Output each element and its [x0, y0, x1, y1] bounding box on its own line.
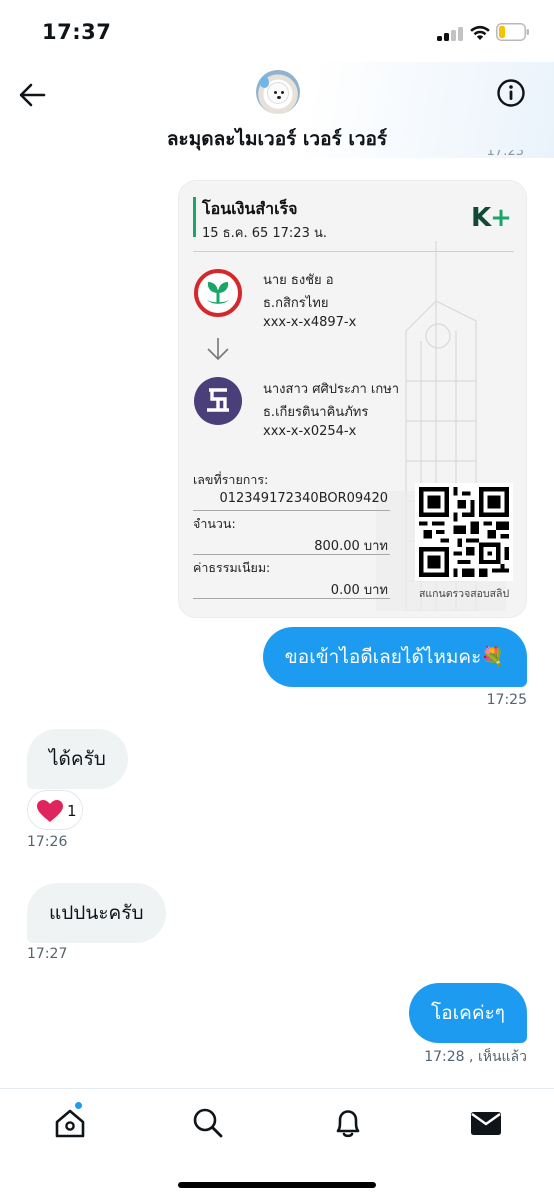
back-arrow-icon[interactable]: [18, 82, 48, 108]
cellular-signal-icon: [437, 27, 463, 41]
battery-icon: [496, 23, 529, 41]
reaction-count: 1: [67, 802, 77, 820]
transfer-slip-image[interactable]: โอนเงินสำเร็จ 15 ธ.ค. 65 17:23 น. K+ นาย…: [178, 180, 527, 618]
qr-caption: สแกนตรวจสอบสลิป: [419, 588, 510, 600]
slip-divider: [193, 251, 514, 252]
status-time: 17:37: [42, 20, 112, 44]
seen-status: , เห็นแล้ว: [469, 1049, 527, 1065]
message-time: 17:27: [27, 946, 68, 962]
ref-underline: [193, 510, 390, 511]
avatar[interactable]: [256, 70, 300, 114]
ref-label: เลขที่รายการ:: [193, 472, 269, 487]
amount-label: จำนวน:: [193, 516, 236, 531]
amount-underline: [193, 554, 390, 555]
message-bubble-incoming[interactable]: แปปนะครับ: [27, 883, 166, 943]
kplus-logo-plus: +: [490, 203, 512, 233]
ref-value: 012349172340BOR09420: [219, 491, 388, 506]
bell-icon: [336, 1110, 360, 1138]
arrow-down-icon: [207, 338, 229, 361]
search-icon: [193, 1108, 223, 1138]
envelope-icon: [471, 1112, 501, 1135]
message-time: 17:26: [27, 834, 68, 850]
slip-title: โอนเงินสำเร็จ: [202, 199, 298, 218]
qr-code[interactable]: [415, 483, 513, 581]
message-bubble-outgoing[interactable]: โอเคค่ะๆ: [409, 983, 527, 1043]
receiver-bank: ธ.เกียรตินาคินภัทร: [263, 405, 369, 420]
message-time: 17:28: [424, 1049, 465, 1065]
sender-account: xxx-x-x4897-x: [263, 315, 357, 330]
receiver-name: นางสาว ศศิประภา เกษา: [263, 382, 400, 397]
heart-icon: [37, 800, 63, 822]
slip-accent-bar: [193, 197, 196, 237]
receiver-account: xxx-x-x0254-x: [263, 424, 357, 439]
previous-message-time: 17:23: [486, 150, 524, 158]
kplus-logo: K+: [471, 203, 512, 233]
info-icon[interactable]: [496, 78, 526, 108]
tab-notifications[interactable]: [330, 1105, 366, 1141]
home-icon: [55, 1109, 85, 1138]
wifi-icon: [470, 25, 490, 40]
amount-value: 800.00 บาท: [314, 539, 388, 554]
message-bubble-outgoing[interactable]: ขอเข้าไอดีเลยได้ไหมคะ💐: [262, 627, 527, 687]
message-bubble-incoming[interactable]: ได้ครับ: [27, 729, 128, 789]
fee-underline: [193, 598, 390, 599]
status-bar: 17:37: [0, 0, 554, 62]
kbank-logo-icon: [194, 269, 242, 317]
notification-dot: [74, 1101, 83, 1110]
home-indicator: [178, 1182, 376, 1188]
chat-title[interactable]: ละมุดละไมเวอร์ เวอร์ เวอร์: [0, 124, 554, 154]
slip-date: 15 ธ.ค. 65 17:23 น.: [202, 226, 327, 241]
fee-value: 0.00 บาท: [330, 583, 388, 598]
tab-search[interactable]: [190, 1105, 226, 1141]
kplus-logo-k: K: [471, 203, 491, 233]
tab-messages[interactable]: [468, 1105, 504, 1141]
fee-label: ค่าธรรมเนียม:: [193, 560, 271, 575]
chat-header: ละมุดละไมเวอร์ เวอร์ เวอร์: [0, 62, 554, 158]
reaction-badge[interactable]: 1: [27, 790, 83, 830]
message-time: 17:25: [486, 692, 527, 708]
sender-bank: ธ.กสิกรไทย: [263, 296, 329, 311]
sender-name: นาย ธงชัย อ: [263, 273, 334, 288]
tab-home[interactable]: [52, 1101, 88, 1141]
message-time-status: 17:28 , เห็นแล้ว: [424, 1046, 527, 1068]
kkp-logo-icon: [194, 377, 242, 425]
